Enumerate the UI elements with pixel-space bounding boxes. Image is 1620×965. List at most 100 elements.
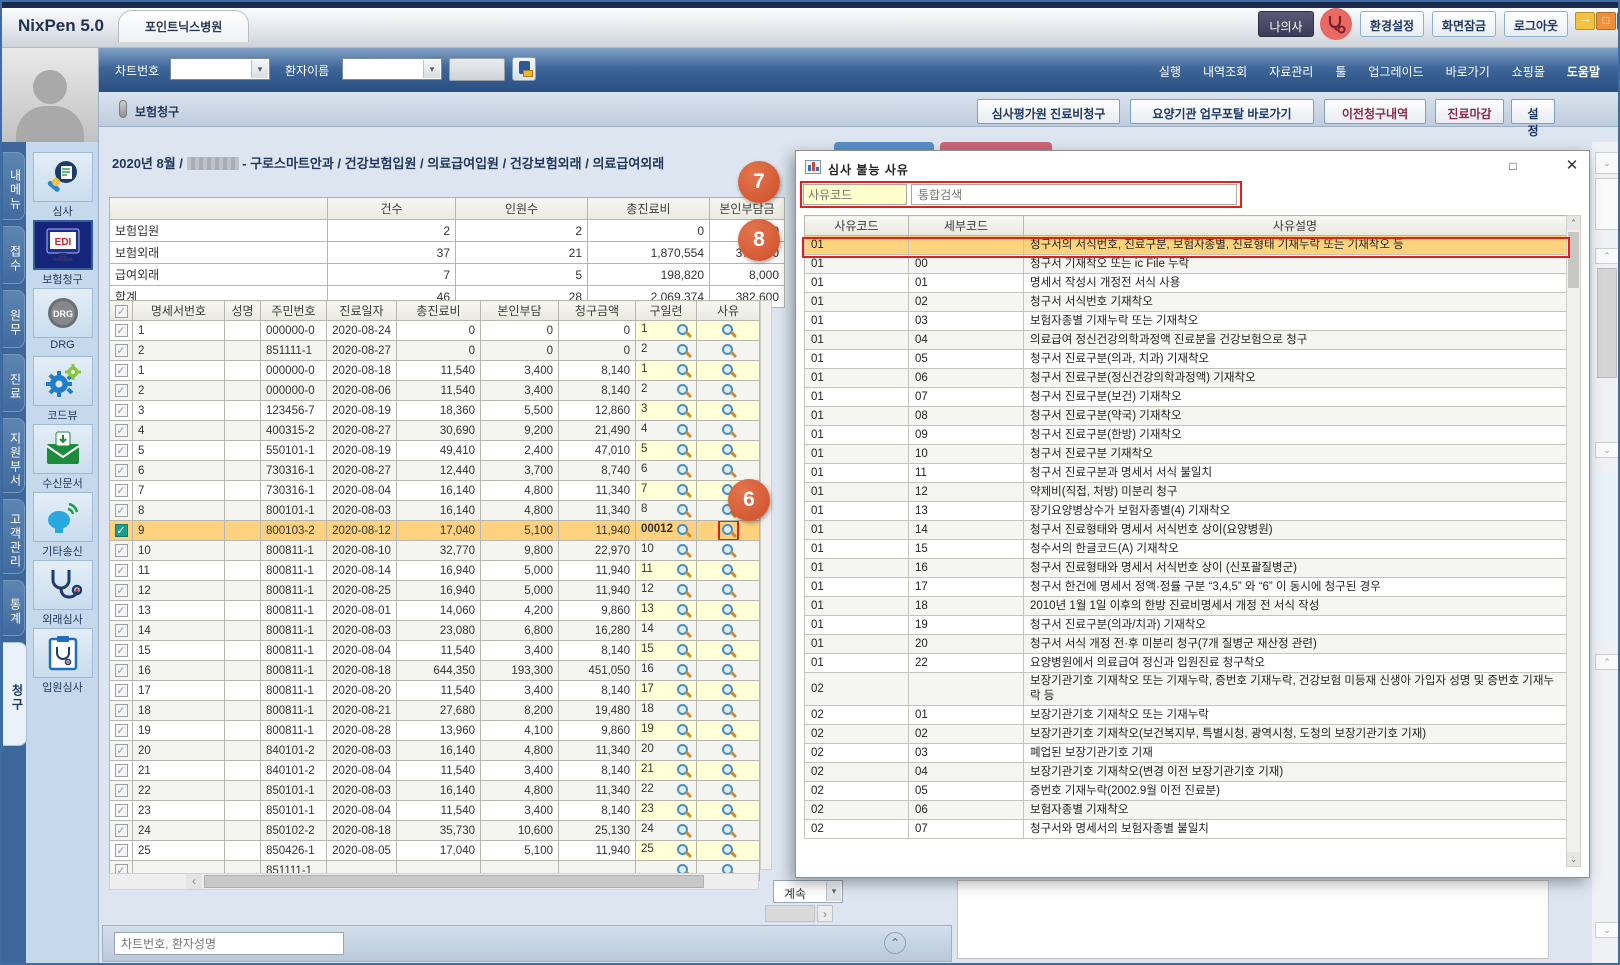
claims-row[interactable]: ✓23850101-12020-08-0411,5403,4008,14023 bbox=[110, 801, 760, 821]
menu-item[interactable]: 실행 bbox=[1159, 65, 1181, 79]
menu-item[interactable]: 툴 bbox=[1335, 65, 1346, 79]
sidebar-tab-고객관리[interactable]: 고객관리 bbox=[3, 499, 25, 574]
reason-magnifier-icon[interactable] bbox=[721, 523, 736, 538]
row-checkbox[interactable]: ✓ bbox=[115, 804, 128, 817]
inbox-envelope-icon[interactable] bbox=[33, 424, 93, 474]
magnifier-icon[interactable] bbox=[676, 383, 691, 398]
chevron-down-icon[interactable]: ▾ bbox=[251, 60, 268, 78]
row-checkbox[interactable]: ✓ bbox=[115, 644, 128, 657]
drg-circle-icon[interactable]: DRG bbox=[33, 288, 93, 338]
claims-row[interactable]: ✓17800811-12020-08-2011,5403,4008,14017 bbox=[110, 681, 760, 701]
logout-button[interactable]: 로그아웃 bbox=[1504, 11, 1568, 37]
claims-row[interactable]: ✓14800811-12020-08-0323,0806,80016,28014 bbox=[110, 621, 760, 641]
row-checkbox[interactable]: ✓ bbox=[115, 824, 128, 837]
reason-magnifier-icon[interactable] bbox=[721, 343, 736, 358]
claims-row[interactable]: ✓13800811-12020-08-0114,0604,2009,86013 bbox=[110, 601, 760, 621]
close-icon[interactable]: ✕ bbox=[1562, 157, 1582, 175]
row-checkbox[interactable]: ✓ bbox=[115, 464, 128, 477]
reason-row[interactable]: 0117청구서 한건에 명세서 정액·정률 구분 “3,4,5” 와 “6” 이… bbox=[805, 578, 1567, 597]
claims-row[interactable]: ✓6730316-12020-08-2712,4403,7008,7406 bbox=[110, 461, 760, 481]
reason-row[interactable]: 0106청구서 진료구분(정신건강의학과정액) 기재착오 bbox=[805, 369, 1567, 388]
row-checkbox[interactable]: ✓ bbox=[115, 324, 128, 337]
magnifier-icon[interactable] bbox=[676, 823, 691, 838]
chevron-down-icon[interactable]: ▾ bbox=[826, 882, 841, 901]
collapse-up-icon[interactable]: ⌃ bbox=[884, 932, 906, 954]
row-checkbox[interactable]: ✓ bbox=[115, 544, 128, 557]
magnifier-icon[interactable] bbox=[676, 623, 691, 638]
magnifier-icon[interactable] bbox=[676, 543, 691, 558]
sidebar-tab-청구[interactable]: 청구 bbox=[3, 642, 27, 746]
reason-row[interactable]: 0110청구서 진료구분 기재착오 bbox=[805, 445, 1567, 464]
magnifier-icon[interactable] bbox=[676, 743, 691, 758]
settings-env-button[interactable]: 환경설정 bbox=[1360, 11, 1424, 37]
sub-toolbar-button[interactable]: 진료마감 bbox=[1435, 99, 1504, 124]
reason-magnifier-icon[interactable] bbox=[721, 823, 736, 838]
menu-item[interactable]: 도움말 bbox=[1567, 65, 1600, 79]
mini-scrollbar[interactable] bbox=[765, 905, 815, 922]
row-checkbox[interactable]: ✓ bbox=[115, 704, 128, 717]
sidebar-tab-내메뉴[interactable]: 내메뉴 bbox=[3, 152, 25, 220]
row-checkbox[interactable]: ✓ bbox=[115, 744, 128, 757]
reason-row[interactable]: 0112약제비(직접, 처방) 미분리 청구 bbox=[805, 483, 1567, 502]
claims-row[interactable]: ✓16800811-12020-08-18644,350193,300451,0… bbox=[110, 661, 760, 681]
magnifier-icon[interactable] bbox=[676, 583, 691, 598]
row-checkbox[interactable]: ✓ bbox=[115, 764, 128, 777]
scroll-up-icon[interactable]: ⌃ bbox=[1595, 248, 1619, 264]
claims-row[interactable]: ✓24850102-22020-08-1835,73010,60025,1302… bbox=[110, 821, 760, 841]
satellite-icon[interactable] bbox=[33, 492, 93, 542]
row-checkbox[interactable]: ✓ bbox=[115, 404, 128, 417]
claims-row[interactable]: ✓25850426-12020-08-0517,0405,10011,94025 bbox=[110, 841, 760, 861]
reason-table-scrollbar[interactable]: ⌃ ⌄ bbox=[1566, 215, 1581, 867]
reason-magnifier-icon[interactable] bbox=[721, 803, 736, 818]
reason-magnifier-icon[interactable] bbox=[721, 563, 736, 578]
minimize-button[interactable]: ─ bbox=[1575, 12, 1595, 30]
reason-magnifier-icon[interactable] bbox=[721, 703, 736, 718]
chevron-down-icon[interactable]: ⌄ bbox=[1595, 152, 1619, 174]
continue-combo[interactable]: 계속▾ bbox=[773, 880, 843, 903]
reason-row[interactable]: 0100청구서 기재착오 또는 ic File 누락 bbox=[805, 255, 1567, 274]
restore-button[interactable]: □ bbox=[1596, 12, 1616, 30]
magnifier-icon[interactable] bbox=[676, 503, 691, 518]
maximize-icon[interactable]: □ bbox=[1504, 159, 1522, 175]
row-checkbox[interactable]: ✓ bbox=[115, 844, 128, 857]
claims-row[interactable]: ✓12800811-12020-08-2516,9405,00011,94012 bbox=[110, 581, 760, 601]
reason-row[interactable]: 0201보장기관기호 기재착오 또는 기재누락 bbox=[805, 706, 1567, 725]
magnifier-icon[interactable] bbox=[676, 323, 691, 338]
magnifier-icon[interactable] bbox=[676, 783, 691, 798]
reason-code-input[interactable] bbox=[803, 184, 907, 205]
claims-row[interactable]: ✓1000000-02020-08-240001 bbox=[110, 321, 760, 341]
scrollbar-thumb[interactable] bbox=[1568, 232, 1579, 288]
claims-row[interactable]: ✓7730316-12020-08-0416,1404,80011,3407 bbox=[110, 481, 760, 501]
claims-row[interactable]: ✓21840101-22020-08-0411,5403,4008,14021 bbox=[110, 761, 760, 781]
reason-row[interactable]: 0204보장기관기호 기재착오(변경 이전 보장기관기호 기재) bbox=[805, 763, 1567, 782]
claims-row[interactable]: ✓20840101-22020-08-0316,1404,80011,34020 bbox=[110, 741, 760, 761]
claims-row[interactable]: ✓4400315-22020-08-2730,6909,20021,4904 bbox=[110, 421, 760, 441]
magnifier-icon[interactable] bbox=[676, 663, 691, 678]
reason-row[interactable]: 0107청구서 진료구분(보건) 기재착오 bbox=[805, 388, 1567, 407]
reason-row[interactable]: 02보장기관기호 기재착오 또는 기재누락, 증번호 기재누락, 건강보험 미등… bbox=[805, 673, 1567, 706]
claims-row[interactable]: ✓10800811-12020-08-1032,7709,80022,97010 bbox=[110, 541, 760, 561]
global-search-input[interactable] bbox=[911, 184, 1237, 205]
magnifier-icon[interactable] bbox=[676, 843, 691, 858]
sub-toolbar-button[interactable]: 설정 bbox=[1511, 99, 1555, 124]
scrollbar-thumb[interactable] bbox=[1597, 268, 1617, 378]
sms-send-icon[interactable] bbox=[512, 57, 536, 81]
magnifier-icon[interactable] bbox=[676, 803, 691, 818]
sidebar-tab-진료[interactable]: 진료 bbox=[3, 354, 25, 412]
reason-row[interactable]: 0108청구서 진료구분(약국) 기재착오 bbox=[805, 407, 1567, 426]
reason-row[interactable]: 0102청구서 서식번호 기재착오 bbox=[805, 293, 1567, 312]
row-checkbox[interactable]: ✓ bbox=[115, 424, 128, 437]
reason-row[interactable]: 0114청구서 진료형태와 명세서 서식번호 상이(요양병원) bbox=[805, 521, 1567, 540]
menu-item[interactable]: 내역조회 bbox=[1203, 65, 1247, 79]
scrollbar-thumb[interactable] bbox=[204, 875, 704, 888]
magnifier-icon[interactable] bbox=[676, 723, 691, 738]
row-checkbox[interactable]: ✓ bbox=[115, 584, 128, 597]
row-checkbox[interactable]: ✓ bbox=[115, 504, 128, 517]
magnifier-icon[interactable] bbox=[676, 603, 691, 618]
sub-toolbar-button[interactable]: 요양기관 업무포탈 바로가기 bbox=[1130, 99, 1314, 124]
magnifier-icon[interactable] bbox=[676, 763, 691, 778]
row-checkbox[interactable]: ✓ bbox=[115, 784, 128, 797]
reason-row[interactable]: 0113장기요양병상수가 보험자종별(4) 기재착오 bbox=[805, 502, 1567, 521]
row-checkbox[interactable]: ✓ bbox=[115, 564, 128, 577]
chart-no-combo[interactable]: ▾ bbox=[170, 58, 270, 80]
